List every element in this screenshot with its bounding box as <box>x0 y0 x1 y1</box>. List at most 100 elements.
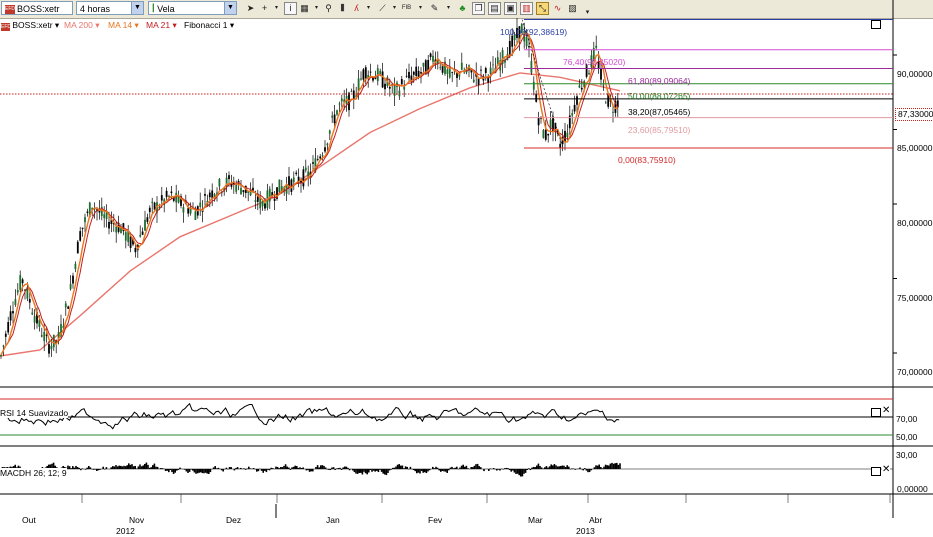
macd-bar <box>531 467 533 469</box>
macd-bar <box>496 469 498 471</box>
candle-body <box>480 69 482 71</box>
y-label-90: 90,00000 <box>897 69 933 79</box>
macd-bar <box>444 469 447 472</box>
macd-bar <box>371 469 373 472</box>
candle-body <box>415 66 418 76</box>
macd-bar <box>193 469 196 473</box>
candle-body <box>199 202 202 207</box>
macd-bar <box>115 465 117 469</box>
macd-bar <box>337 468 340 469</box>
candle-body <box>194 211 197 220</box>
candle-body <box>324 147 326 152</box>
macd-bar <box>404 466 407 469</box>
macd-bar <box>428 469 431 471</box>
y-label-70: 70,00000 <box>897 367 933 377</box>
macd-close-icon[interactable]: ✕ <box>882 465 890 475</box>
macd-bar <box>556 466 559 469</box>
macd-bar <box>417 469 420 473</box>
macd-bar <box>316 465 319 469</box>
macd-bar <box>230 467 232 469</box>
macd-bar <box>128 463 130 469</box>
macd-bar <box>558 466 560 469</box>
candle-body <box>528 46 530 48</box>
macd-bar <box>78 467 80 469</box>
macd-bar <box>89 467 92 469</box>
candle-body <box>108 221 110 229</box>
macd-bar <box>390 469 392 470</box>
fibonacci-retracement[interactable] <box>521 18 893 149</box>
rsi-close-icon[interactable]: ✕ <box>882 406 890 416</box>
macd-bar <box>433 468 436 469</box>
macd-bar <box>374 469 376 472</box>
candle-body <box>405 75 408 77</box>
macd-bar <box>171 469 173 473</box>
macd-bar <box>166 469 168 471</box>
macd-pane-title: MACDH 26; 12; 9 <box>0 468 67 478</box>
candle-body <box>7 321 10 333</box>
candlesticks <box>0 17 619 359</box>
candle-body <box>48 344 50 354</box>
macd-bar <box>566 465 568 469</box>
macd-bar <box>612 463 615 469</box>
macd-bar <box>507 468 509 469</box>
candle-body <box>542 130 545 139</box>
macd-bar <box>360 469 362 473</box>
candle-body <box>477 78 480 85</box>
month-label-nov: Nov <box>129 515 145 525</box>
candle-body <box>168 196 170 197</box>
macd-bar <box>300 468 303 469</box>
candle-body <box>175 192 178 203</box>
candle-body <box>547 133 550 136</box>
candle-body <box>189 208 192 214</box>
macd-bar <box>508 469 511 471</box>
macd-bar <box>320 465 322 469</box>
candle-body <box>16 290 19 293</box>
macd-bar <box>600 466 602 469</box>
macd-bar <box>172 469 175 474</box>
macd-bar <box>233 469 236 471</box>
rsi-line <box>0 402 620 430</box>
candle-body <box>74 263 77 270</box>
macd-bar <box>598 464 600 469</box>
macd-maximize-icon[interactable] <box>871 467 881 476</box>
macd-bar <box>81 468 84 469</box>
macd-bar <box>539 465 541 469</box>
price-pane-maximize-icon[interactable] <box>871 20 881 29</box>
macd-bar <box>396 464 399 469</box>
month-label-jan: Jan <box>326 515 340 525</box>
macd-bar <box>312 469 314 472</box>
fib-label-61: 61,80(89,09064) <box>628 76 691 86</box>
candle-body <box>182 207 185 213</box>
fib-label-0: 0,00(83,75910) <box>618 155 676 165</box>
macd-bar <box>462 464 464 469</box>
macd-bar <box>329 469 332 471</box>
macd-bar <box>160 468 162 469</box>
macd-bar <box>84 469 87 470</box>
rsi-maximize-icon[interactable] <box>871 408 881 417</box>
macd-bar <box>72 466 74 469</box>
macd-bar <box>379 469 381 470</box>
macd-bar <box>464 466 466 469</box>
macd-bar <box>275 466 277 469</box>
macd-bar <box>328 469 330 470</box>
macd-bar <box>548 466 551 469</box>
macd-bar <box>456 466 458 469</box>
chart-area[interactable] <box>0 0 933 518</box>
candle-body <box>384 83 386 90</box>
macd-bar <box>363 469 365 472</box>
macd-bar <box>384 469 386 475</box>
macd-bar <box>561 465 564 469</box>
candle-body <box>292 177 295 183</box>
macd-bar <box>214 466 216 469</box>
candle-body <box>28 299 31 303</box>
macd-bar <box>475 464 477 469</box>
macd-bar <box>504 468 506 469</box>
macd-bar <box>440 469 442 472</box>
y-label-75: 75,00000 <box>897 293 933 303</box>
macd-bar <box>560 465 562 469</box>
month-label-mar: Mar <box>528 515 543 525</box>
year-label-2012: 2012 <box>116 526 135 536</box>
macd-bar <box>476 463 479 469</box>
rsi-label-50: 50,00 <box>896 432 918 442</box>
candle-body <box>400 79 403 85</box>
